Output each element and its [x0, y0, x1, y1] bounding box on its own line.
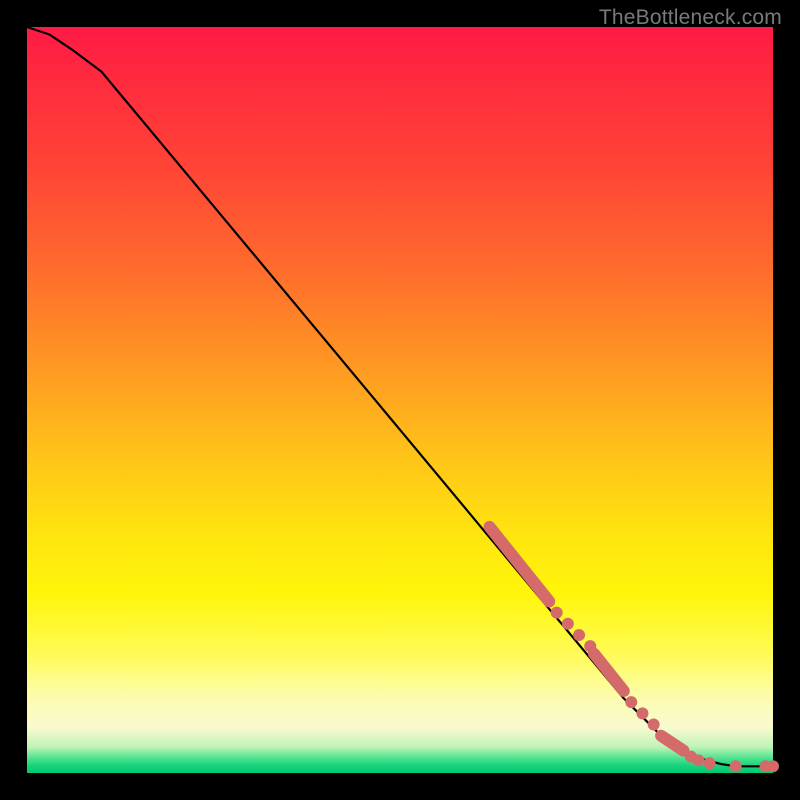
points-lower-2 — [648, 719, 660, 731]
watermark-text: TheBottleneck.com — [599, 6, 782, 30]
plot-area — [27, 27, 773, 773]
chart-frame: TheBottleneck.com — [0, 0, 800, 800]
points-lower-0 — [625, 696, 637, 708]
points-tail-5 — [767, 760, 779, 772]
points-mid-2 — [573, 629, 585, 641]
points-lower-1 — [636, 707, 648, 719]
bottleneck-curve — [27, 27, 773, 766]
points-mid-0 — [551, 607, 563, 619]
segment-mid — [594, 654, 624, 691]
points-mid-1 — [562, 618, 574, 630]
chart-svg — [27, 27, 773, 773]
points-tail-1 — [692, 754, 704, 766]
segment-lower — [661, 736, 683, 751]
markers-group — [490, 527, 779, 772]
segment-upper — [490, 527, 550, 602]
points-tail-2 — [704, 757, 716, 769]
points-tail-3 — [730, 760, 742, 772]
